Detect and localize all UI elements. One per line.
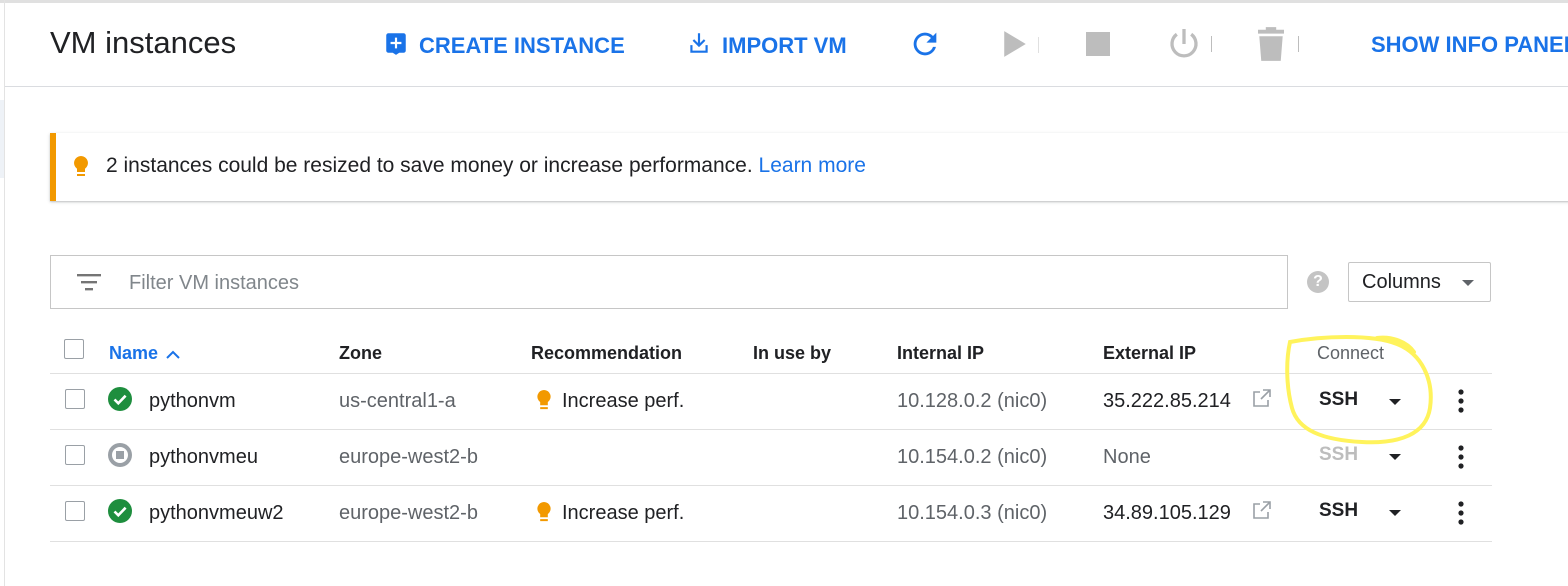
stopped-status-icon (108, 443, 132, 472)
row-checkbox[interactable] (65, 501, 85, 521)
download-icon (686, 30, 712, 62)
page-title: VM instances (50, 25, 237, 60)
filter-input[interactable] (127, 264, 1271, 302)
start-button[interactable] (1002, 30, 1028, 63)
lightbulb-icon (537, 390, 551, 416)
instance-zone: europe-west2-b (339, 446, 478, 468)
import-vm-label: IMPORT VM (722, 33, 847, 58)
instance-name[interactable]: pythonvmeu (149, 446, 258, 469)
running-status-icon (108, 387, 132, 416)
power-icon (1166, 26, 1202, 67)
help-icon[interactable]: ? (1307, 271, 1329, 293)
table-row[interactable]: pythonvmeu europe-west2-b 10.154.0.2 (ni… (50, 430, 1492, 485)
external-link-icon[interactable] (1252, 388, 1272, 413)
refresh-icon (908, 27, 942, 66)
show-info-panel-button[interactable]: SHOW INFO PANEL (1371, 32, 1568, 58)
ssh-dropdown-icon[interactable] (1389, 510, 1401, 516)
toolbar-divider (1211, 36, 1212, 52)
ssh-dropdown-icon[interactable] (1389, 454, 1401, 460)
filter-box (50, 255, 1288, 309)
external-ip: 34.89.105.129 (1103, 502, 1231, 524)
sort-ascending-icon (166, 343, 180, 364)
play-icon (1002, 30, 1028, 63)
columns-button[interactable]: Columns (1348, 262, 1491, 302)
stop-icon (1086, 32, 1110, 61)
external-ip: 35.222.85.214 (1103, 390, 1231, 412)
create-instance-button[interactable]: CREATE INSTANCE (383, 30, 625, 62)
internal-ip: 10.128.0.2 (nic0) (897, 390, 1048, 412)
select-all-checkbox[interactable] (64, 339, 84, 359)
table-row[interactable]: pythonvmeuw2 europe-west2-b Increase per… (50, 486, 1492, 541)
running-status-icon (108, 499, 132, 528)
reset-button[interactable] (1166, 26, 1202, 67)
table-row[interactable]: pythonvm us-central1-a Increase perf. 10… (50, 374, 1492, 429)
create-instance-label: CREATE INSTANCE (419, 33, 625, 58)
internal-ip: 10.154.0.2 (nic0) (897, 446, 1048, 468)
banner-accent-bar (50, 133, 56, 201)
instance-name[interactable]: pythonvm (149, 390, 236, 413)
banner-message: 2 instances could be resized to save mon… (106, 154, 866, 178)
row-divider (50, 541, 1492, 542)
column-header-name-label: Name (109, 343, 159, 363)
filter-icon (77, 272, 101, 297)
delete-button[interactable] (1258, 27, 1284, 66)
row-checkbox[interactable] (65, 445, 85, 465)
external-ip: None (1103, 446, 1151, 468)
banner-text: 2 instances could be resized to save mon… (106, 154, 753, 177)
row-checkbox[interactable] (65, 389, 85, 409)
column-header-zone: Zone (339, 343, 382, 363)
lightbulb-icon (537, 502, 551, 528)
column-header-name[interactable]: Name (109, 343, 180, 364)
column-header-recommendation: Recommendation (531, 343, 683, 363)
recommendation-link[interactable]: Increase perf. (562, 390, 684, 413)
ssh-button[interactable]: SSH (1319, 500, 1358, 522)
more-options-icon[interactable] (1456, 388, 1466, 419)
stop-button[interactable] (1086, 32, 1110, 61)
column-header-external-ip: External IP (1103, 343, 1197, 363)
chevron-down-icon (1462, 280, 1474, 286)
lightbulb-icon (74, 156, 88, 183)
instance-name[interactable]: pythonvmeuw2 (149, 502, 284, 525)
refresh-button[interactable] (908, 27, 942, 66)
more-options-icon[interactable] (1456, 444, 1466, 475)
recommendation-link[interactable]: Increase perf. (562, 502, 684, 525)
column-header-internal-ip: Internal IP (897, 343, 985, 363)
learn-more-link[interactable]: Learn more (759, 154, 866, 177)
column-header-in-use-by: In use by (753, 343, 832, 363)
columns-label: Columns (1362, 270, 1441, 293)
external-link-icon[interactable] (1252, 500, 1272, 525)
left-nav-edge (4, 0, 5, 586)
toolbar-separator (5, 86, 1568, 87)
more-options-icon[interactable] (1456, 500, 1466, 531)
internal-ip: 10.154.0.3 (nic0) (897, 502, 1048, 524)
instance-zone: europe-west2-b (339, 502, 478, 524)
recommendation-banner: 2 instances could be resized to save mon… (50, 133, 1568, 201)
highlight-annotation (1285, 335, 1433, 445)
add-box-icon (383, 30, 409, 62)
toolbar-divider (1298, 36, 1299, 52)
top-border (0, 0, 1568, 3)
instance-zone: us-central1-a (339, 390, 456, 412)
left-nav-selection (0, 100, 4, 178)
import-vm-button[interactable]: IMPORT VM (686, 30, 847, 62)
toolbar-divider (1038, 37, 1039, 53)
trash-icon (1258, 27, 1284, 66)
